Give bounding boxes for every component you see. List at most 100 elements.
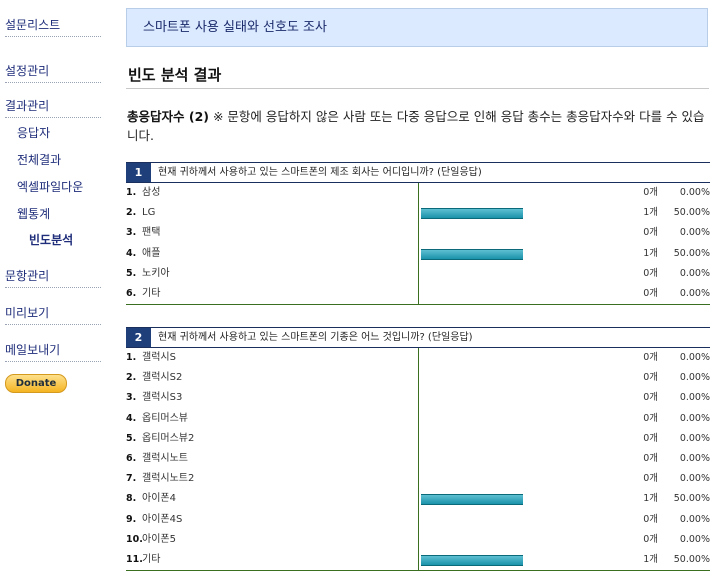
- option-number: 8.: [126, 493, 137, 505]
- option-row: 7. 갤럭시노트2 0개 0.00%: [126, 469, 710, 489]
- question-text: 현재 귀하께서 사용하고 있는 스마트폰의 기종은 어느 것입니까? (단일응답…: [158, 332, 473, 343]
- frequency-bar: [421, 248, 523, 260]
- nav-web-stats[interactable]: 웹통계: [17, 205, 50, 222]
- nav-preview[interactable]: 미리보기: [5, 304, 101, 325]
- frequency-bar: [421, 208, 523, 220]
- option-label: 삼성: [142, 187, 161, 198]
- option-percent: 0.00%: [679, 187, 710, 198]
- option-row: 5. 옵티머스뷰2 0개 0.00%: [126, 429, 710, 449]
- option-row: 5. 노키아 0개 0.00%: [126, 264, 710, 284]
- nav-send-mail[interactable]: 메일보내기: [5, 341, 101, 362]
- option-label: 옵티머스뷰2: [142, 432, 195, 444]
- option-count: 0개: [643, 533, 658, 545]
- question-number: 1: [126, 163, 151, 182]
- option-label: 갤럭시S: [142, 352, 176, 363]
- option-label: 아이폰4S: [142, 513, 183, 525]
- option-row: 11. 기타 1개 50.00%: [126, 550, 710, 570]
- option-number: 4.: [126, 412, 137, 424]
- option-percent: 50.00%: [673, 553, 710, 565]
- option-row: 8. 아이폰4 1개 50.00%: [126, 489, 710, 509]
- question-header: 1 현재 귀하께서 사용하고 있는 스마트폰의 제조 회사는 어디입니까? (단일…: [126, 162, 710, 183]
- option-label: 기타: [142, 287, 161, 299]
- nav-questions[interactable]: 문항관리: [5, 267, 101, 288]
- total-respondents: 총응답자수 (2): [127, 109, 209, 124]
- option-percent: 0.00%: [679, 392, 710, 404]
- option-number: 3.: [126, 227, 137, 239]
- option-number: 6.: [126, 287, 137, 299]
- option-number: 2.: [126, 372, 137, 384]
- option-percent: 0.00%: [679, 452, 710, 464]
- option-row: 4. 애플 1개 50.00%: [126, 244, 710, 264]
- option-percent: 0.00%: [679, 227, 710, 239]
- option-count: 1개: [643, 207, 658, 219]
- summary-text: 총응답자수 (2) ※ 문항에 응답하지 않은 사람 또는 다중 응답으로 인해…: [127, 107, 711, 145]
- option-row: 3. 갤럭시S3 0개 0.00%: [126, 388, 710, 408]
- option-count: 1개: [643, 553, 658, 565]
- option-count: 0개: [643, 452, 658, 464]
- option-percent: 50.00%: [673, 493, 710, 505]
- option-count: 0개: [643, 372, 658, 384]
- option-count: 0개: [643, 352, 658, 363]
- option-percent: 50.00%: [673, 247, 710, 259]
- option-count: 0개: [643, 187, 658, 198]
- option-number: 5.: [126, 267, 137, 279]
- donate-button[interactable]: Donate: [5, 374, 67, 393]
- option-number: 4.: [126, 247, 137, 259]
- nav-results[interactable]: 결과관리: [5, 97, 101, 118]
- option-number: 3.: [126, 392, 137, 404]
- question-header: 2 현재 귀하께서 사용하고 있는 스마트폰의 기종은 어느 것입니까? (단일응…: [126, 327, 710, 348]
- question-footer-line: [126, 304, 710, 306]
- option-row: 1. 갤럭시S 0개 0.00%: [126, 348, 710, 368]
- option-number: 10.: [126, 533, 143, 545]
- option-number: 5.: [126, 432, 137, 444]
- option-row: 9. 아이폰4S 0개 0.00%: [126, 510, 710, 530]
- option-count: 0개: [643, 432, 658, 444]
- option-count: 0개: [643, 287, 658, 299]
- option-percent: 0.00%: [679, 473, 710, 485]
- question-text: 현재 귀하께서 사용하고 있는 스마트폰의 제조 회사는 어디입니까? (단일응…: [158, 167, 482, 178]
- option-number: 9.: [126, 513, 137, 525]
- option-count: 0개: [643, 473, 658, 485]
- nav-all-results[interactable]: 전체결과: [17, 151, 61, 168]
- section-title: 빈도 분석 결과: [128, 66, 222, 84]
- option-count: 1개: [643, 493, 658, 505]
- option-label: 노키아: [142, 267, 170, 279]
- option-number: 1.: [126, 352, 137, 363]
- option-count: 0개: [643, 392, 658, 404]
- option-count: 0개: [643, 227, 658, 239]
- nav-survey-list[interactable]: 설문리스트: [5, 16, 101, 37]
- option-label: 옵티머스뷰: [142, 412, 188, 424]
- question-block-1: 1 현재 귀하께서 사용하고 있는 스마트폰의 제조 회사는 어디입니까? (단일…: [126, 162, 710, 306]
- option-row: 6. 갤럭시노트 0개 0.00%: [126, 449, 710, 469]
- option-row: 1. 삼성 0개 0.00%: [126, 183, 710, 203]
- option-percent: 0.00%: [679, 533, 710, 545]
- option-label: 기타: [142, 553, 161, 565]
- frequency-bar: [421, 494, 523, 506]
- option-percent: 0.00%: [679, 352, 710, 363]
- nav-excel-download[interactable]: 엑셀파일다운: [17, 178, 83, 195]
- option-percent: 0.00%: [679, 267, 710, 279]
- option-row: 2. 갤럭시S2 0개 0.00%: [126, 368, 710, 388]
- option-label: 갤럭시노트: [142, 452, 188, 464]
- survey-title-banner: 스마트폰 사용 실태와 선호도 조사: [126, 8, 708, 47]
- option-row: 3. 팬택 0개 0.00%: [126, 223, 710, 243]
- option-percent: 0.00%: [679, 513, 710, 525]
- option-count: 0개: [643, 513, 658, 525]
- option-percent: 0.00%: [679, 372, 710, 384]
- option-number: 1.: [126, 187, 137, 198]
- summary-note: ※ 문항에 응답하지 않은 사람 또는 다중 응답으로 인해 응답 총수는 총응…: [127, 109, 705, 143]
- option-count: 0개: [643, 412, 658, 424]
- nav-respondents[interactable]: 응답자: [17, 124, 50, 141]
- option-percent: 0.00%: [679, 412, 710, 424]
- option-label: 갤럭시노트2: [142, 473, 195, 485]
- option-label: 갤럭시S2: [142, 372, 183, 384]
- question-block-2: 2 현재 귀하께서 사용하고 있는 스마트폰의 기종은 어느 것입니까? (단일응…: [126, 327, 710, 572]
- option-row: 4. 옵티머스뷰 0개 0.00%: [126, 409, 710, 429]
- option-label: 팬택: [142, 227, 161, 239]
- nav-settings[interactable]: 설정관리: [5, 62, 101, 83]
- question-footer-line: [126, 570, 710, 572]
- option-label: 갤럭시S3: [142, 392, 183, 404]
- option-percent: 0.00%: [679, 432, 710, 444]
- option-percent: 50.00%: [673, 207, 710, 219]
- nav-frequency-analysis[interactable]: 빈도분석: [29, 231, 73, 248]
